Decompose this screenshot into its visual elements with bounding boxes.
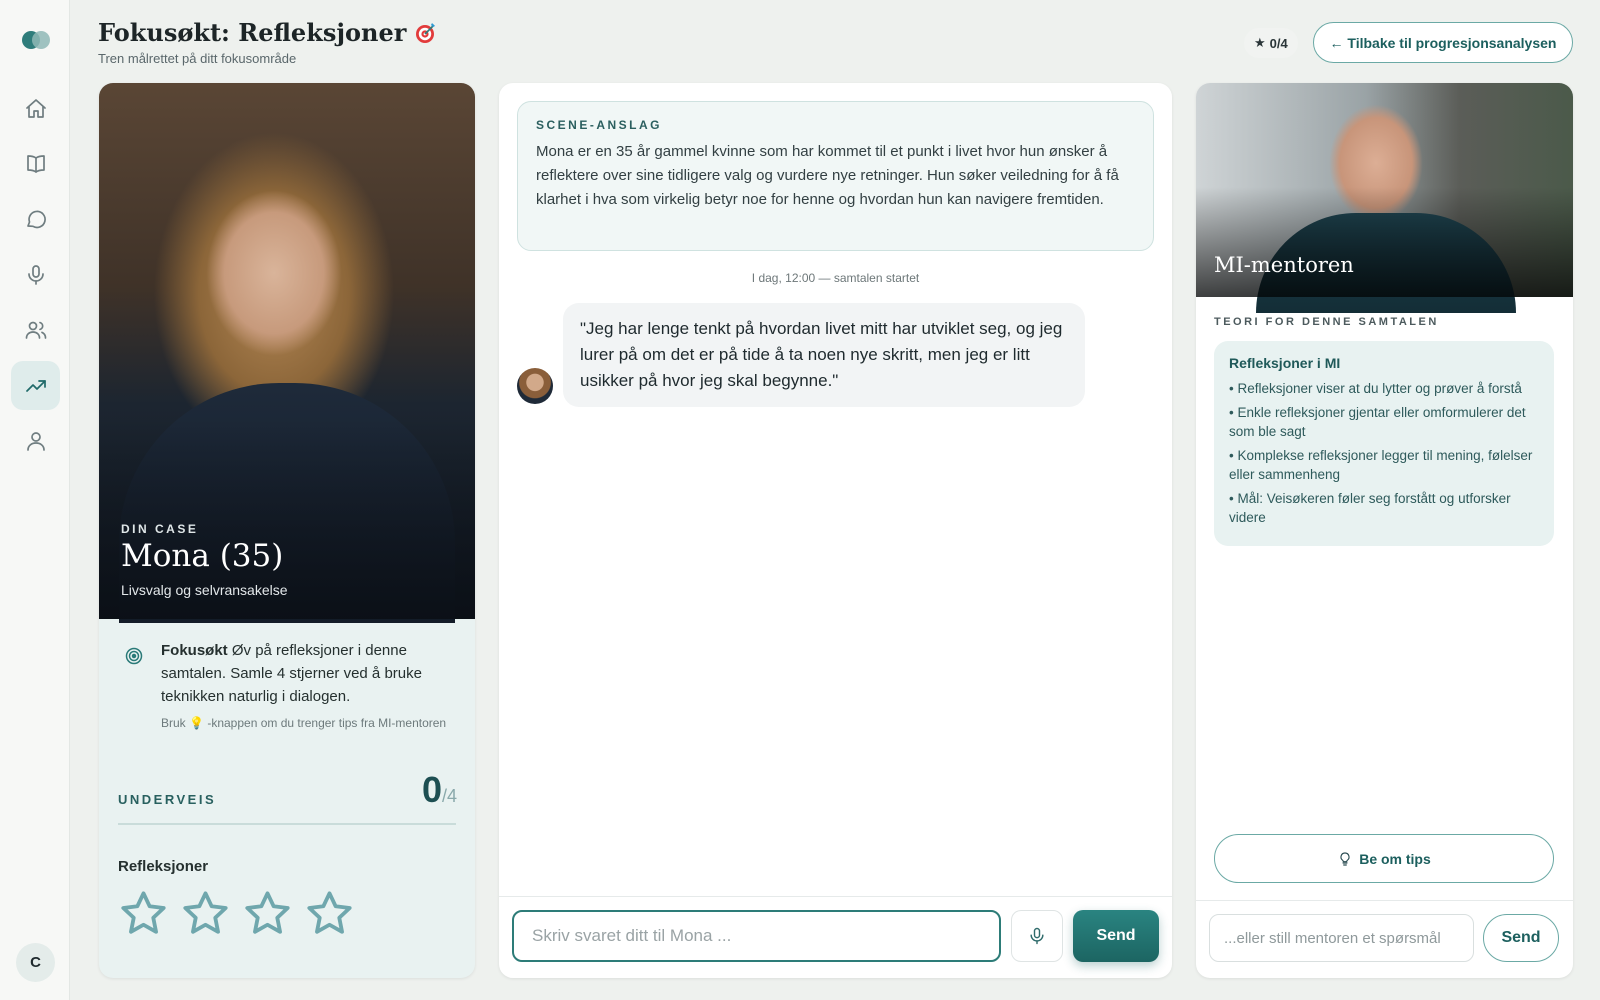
back-to-progress-button[interactable]: ← Tilbake til progresjonsanalysen	[1313, 22, 1573, 63]
scene-text: Mona er en 35 år gammel kvinne som har k…	[536, 143, 1119, 208]
chat-message: "Jeg har lenge tenkt på hvordan livet mi…	[563, 303, 1085, 407]
focus-description: Fokusøkt Øv på refleksjoner i denne samt…	[99, 619, 475, 732]
composer-divider	[499, 896, 1172, 897]
star-icon	[245, 891, 290, 934]
case-card: DIN CASE Mona (35) Livsvalg og selvransa…	[99, 83, 475, 978]
ask-for-tips-button[interactable]: Be om tips	[1214, 834, 1554, 883]
focus-text: Fokusøkt Øv på refleksjoner i denne samt…	[161, 639, 455, 708]
progress-total: /4	[441, 786, 457, 806]
page-title-text: Fokusøkt: Refleksjoner	[98, 18, 407, 47]
sidebar-nav: C	[0, 0, 70, 1000]
case-kicker: DIN CASE	[121, 522, 199, 536]
app-logo[interactable]	[22, 31, 50, 49]
chat-timestamp: I dag, 12:00 — samtalen startet	[751, 271, 920, 285]
skill-title: Refleksjoner	[118, 858, 209, 875]
star-rating	[118, 888, 355, 939]
mentor-shade	[1196, 187, 1573, 297]
tips-label: Be om tips	[1359, 850, 1431, 867]
user-icon	[26, 431, 45, 451]
book-icon	[26, 154, 45, 173]
theory-item: • Komplekse refleksjoner legger til meni…	[1229, 448, 1533, 482]
nav-item-profile[interactable]	[11, 416, 60, 465]
nav-item-home[interactable]	[11, 84, 60, 133]
mentor-composer-divider	[1196, 900, 1573, 901]
case-topic: Livsvalg og selvransakelse	[121, 582, 288, 598]
logo-dot-secondary	[32, 31, 50, 49]
mentor-name: MI-mentoren	[1214, 253, 1354, 277]
mona-avatar	[517, 368, 553, 404]
mentor-panel: MI-mentoren TEORI FOR DENNE SAMTALEN Ref…	[1196, 83, 1573, 978]
home-icon	[25, 98, 46, 118]
microphone-icon	[1030, 927, 1044, 945]
nav-item-progress[interactable]	[11, 361, 60, 410]
theory-kicker: TEORI FOR DENNE SAMTALEN	[1214, 316, 1439, 328]
microphone-icon	[27, 264, 44, 285]
star-icon	[121, 891, 166, 934]
star-icon: ★	[1254, 35, 1266, 50]
lightbulb-icon: 💡	[189, 716, 204, 730]
lightbulb-icon	[1340, 851, 1350, 866]
nav-item-groups[interactable]	[11, 305, 60, 354]
theory-item: • Enkle refleksjoner gjentar eller omfor…	[1229, 405, 1526, 439]
dart-target-icon	[416, 22, 436, 43]
users-icon	[25, 321, 46, 339]
mentor-send-button[interactable]: Send	[1483, 914, 1559, 962]
progress-label: UNDERVEIS	[118, 792, 217, 807]
send-reply-button[interactable]: Send	[1073, 910, 1159, 962]
scene-kicker: SCENE-ANSLAG	[536, 118, 663, 132]
trending-up-icon	[25, 379, 46, 392]
hint-suffix: -knappen om du trenger tips fra MI-mento…	[207, 716, 447, 730]
progress-divider	[118, 823, 456, 825]
score-badge: ★ 0/4	[1244, 28, 1298, 58]
focus-label: Fokusøkt	[161, 642, 228, 659]
target-icon	[125, 647, 143, 665]
reply-input[interactable]	[512, 910, 1001, 962]
nav-item-library[interactable]	[11, 139, 60, 188]
page-title: Fokusøkt: Refleksjoner	[98, 18, 438, 47]
chat-panel: SCENE-ANSLAG Mona er en 35 år gammel kvi…	[499, 83, 1172, 978]
case-name: Mona (35)	[121, 538, 284, 574]
theory-item: • Mål: Veisøkeren føler seg forstått og …	[1229, 491, 1511, 525]
voice-input-button[interactable]	[1011, 910, 1063, 962]
chat-bubble-icon	[26, 210, 46, 228]
nav-item-voice[interactable]	[11, 250, 60, 299]
focus-hint: Bruk 💡 -knappen om du trenger tips fra M…	[161, 714, 455, 732]
page-subtitle: Tren målrettet på ditt fokusområde	[98, 51, 297, 66]
mentor-question-input[interactable]	[1209, 914, 1474, 962]
user-avatar[interactable]: C	[16, 943, 55, 982]
scene-setup: SCENE-ANSLAG Mona er en 35 år gammel kvi…	[517, 101, 1154, 251]
theory-card: Refleksjoner i MI • Refleksjoner viser a…	[1214, 341, 1554, 546]
hint-prefix: Bruk	[161, 716, 186, 730]
progress-count: 0/4	[422, 769, 457, 811]
nav-item-chat[interactable]	[11, 194, 60, 243]
score-text: 0/4	[1269, 35, 1288, 51]
theory-title: Refleksjoner i MI	[1229, 355, 1341, 371]
star-icon	[307, 891, 352, 934]
theory-item: • Refleksjoner viser at du lytter og prø…	[1229, 381, 1522, 396]
star-icon	[183, 891, 228, 934]
progress-value: 0	[421, 769, 442, 810]
